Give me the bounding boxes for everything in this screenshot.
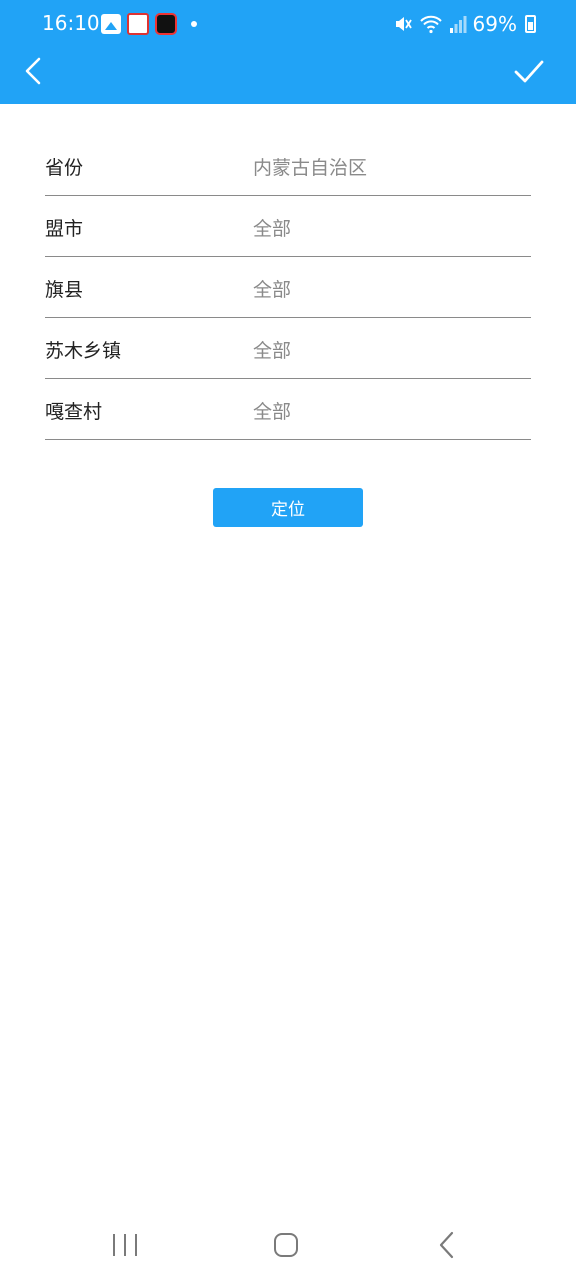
locate-button[interactable]: 定位 [213, 488, 363, 527]
league-city-row[interactable]: 盟市 全部 [45, 196, 531, 257]
sumu-township-row[interactable]: 苏木乡镇 全部 [45, 318, 531, 379]
banner-county-value[interactable]: 全部 [253, 275, 291, 302]
league-city-label: 盟市 [45, 218, 84, 240]
home-icon[interactable] [274, 1233, 298, 1257]
gacha-village-row[interactable]: 嘎查村 全部 [45, 379, 531, 440]
mute-icon [395, 17, 412, 31]
battery-percent: 69% [472, 12, 517, 36]
system-icons: 69% [393, 12, 536, 36]
province-label: 省份 [45, 157, 84, 179]
province-value[interactable]: 内蒙古自治区 [253, 153, 367, 180]
system-navigation-bar [0, 1210, 576, 1280]
sumu-township-value[interactable]: 全部 [253, 336, 291, 363]
signal-icon [449, 16, 467, 33]
app-icon [127, 13, 149, 35]
recents-icon[interactable] [113, 1234, 137, 1256]
gallery-icon [101, 14, 121, 34]
wifi-icon [419, 15, 442, 34]
league-city-value[interactable]: 全部 [253, 214, 291, 241]
region-form: 省份 内蒙古自治区 盟市 全部 旗县 全部 苏木乡镇 全部 嘎查村 全部 [45, 135, 531, 440]
province-row[interactable]: 省份 内蒙古自治区 [45, 135, 531, 196]
gacha-village-value[interactable]: 全部 [253, 397, 291, 424]
status-time: 16:10 [42, 11, 100, 35]
banner-county-row[interactable]: 旗县 全部 [45, 257, 531, 318]
confirm-button[interactable] [512, 54, 546, 88]
banner-county-label: 旗县 [45, 279, 84, 301]
sumu-township-label: 苏木乡镇 [45, 340, 122, 362]
gacha-village-label: 嘎查村 [45, 401, 103, 423]
screen-record-icon [155, 13, 177, 35]
system-back-icon[interactable] [436, 1230, 458, 1260]
dot-icon [191, 21, 197, 27]
back-button[interactable] [18, 54, 50, 88]
status-bar: 16:10 69% [0, 0, 576, 48]
notification-icons [101, 13, 197, 35]
app-header: 16:10 69% [0, 0, 576, 104]
battery-icon [525, 15, 536, 33]
